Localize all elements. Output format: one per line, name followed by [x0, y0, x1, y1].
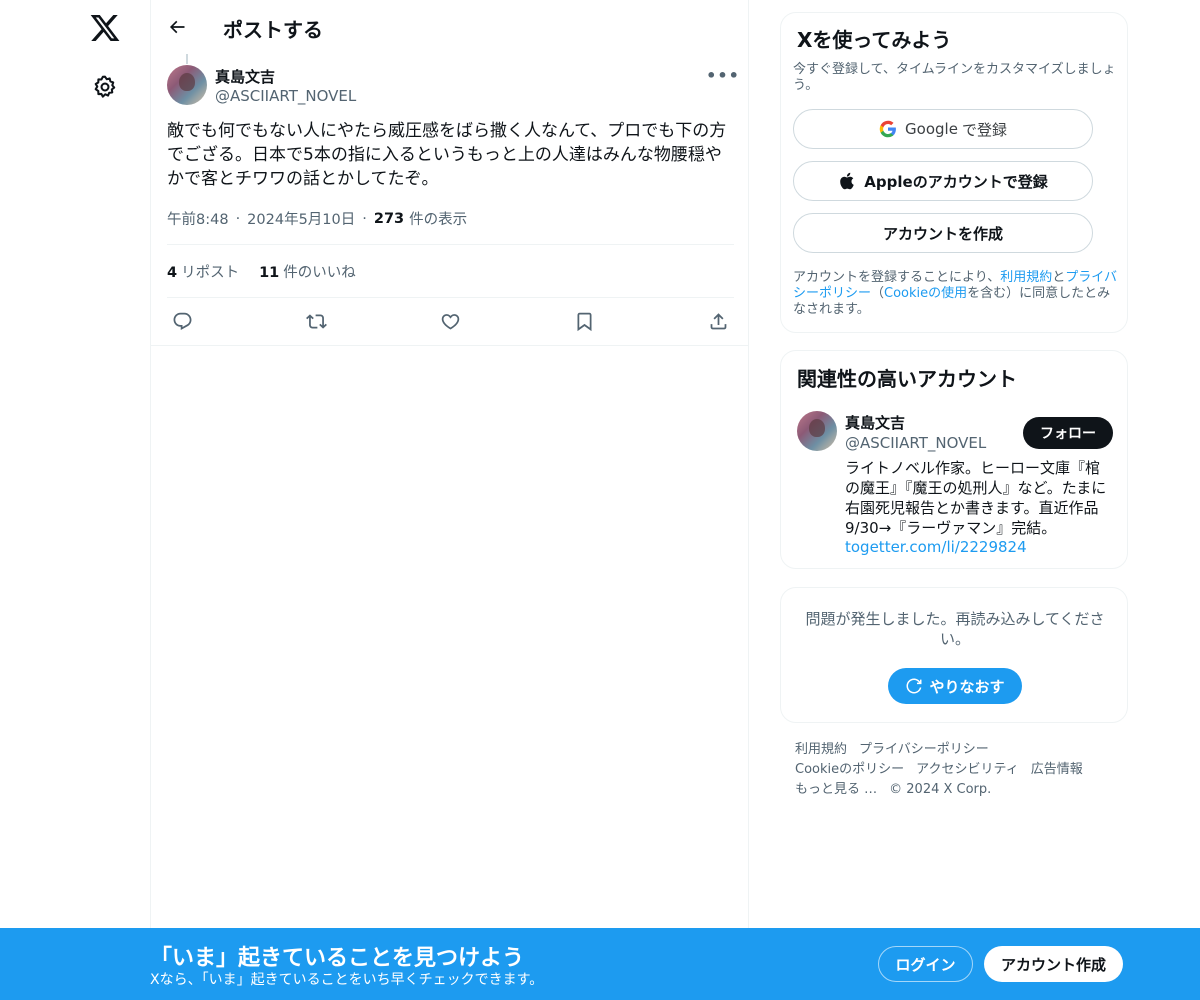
retry-label: やりなおす: [929, 678, 1005, 696]
views-count: 273: [373, 210, 405, 227]
divider: [167, 244, 734, 245]
heart-icon: [441, 313, 459, 330]
apple-signup-label: Appleのアカウントで登録: [864, 172, 1048, 191]
gear-icon[interactable]: [92, 74, 118, 100]
separator-dot: ·: [235, 210, 241, 227]
related-accounts-card: 関連性の高いアカウント 真島文吉 @ASCIIART_NOVEL フォロー ライ…: [780, 350, 1128, 569]
footer-accessibility-link[interactable]: アクセシビリティ: [916, 760, 1019, 780]
tweet-stats: 4 リポスト 11 件のいいね: [167, 261, 356, 282]
more-options-button[interactable]: •••: [706, 64, 740, 86]
footer-copyright: © 2024 X Corp.: [889, 782, 992, 797]
related-name[interactable]: 真島文吉: [845, 412, 905, 433]
avatar[interactable]: [797, 411, 837, 451]
back-button[interactable]: [163, 13, 191, 41]
bookmark-icon: [577, 312, 591, 331]
tweet-actions: [167, 306, 734, 336]
signup-button[interactable]: アカウント作成: [984, 946, 1123, 982]
more-icon: •••: [706, 65, 740, 85]
reposts-count: 4: [167, 265, 178, 281]
repost-button[interactable]: [301, 306, 331, 336]
repost-icon: [305, 313, 327, 329]
terms-link[interactable]: 利用規約: [1000, 270, 1052, 285]
bottom-signup-banner: 「いま」起きていることを見つけよう Xなら、「いま」起きていることをいち早くチェ…: [0, 928, 1200, 1000]
create-account-button[interactable]: アカウントを作成: [793, 213, 1093, 253]
create-account-label: アカウントを作成: [882, 224, 1003, 243]
footer-terms-link[interactable]: 利用規約: [795, 740, 847, 760]
error-card: 問題が発生しました。再読み込みしてください。 やりなおす: [780, 587, 1128, 723]
reply-button[interactable]: [167, 306, 197, 336]
x-logo-icon[interactable]: [89, 12, 121, 44]
views-label: 件の表示: [409, 212, 468, 228]
tweet-meta: 午前8:48 · 2024年5月10日 · 273 件の表示: [167, 208, 467, 229]
reposts-stat[interactable]: 4 リポスト: [167, 261, 239, 282]
legal-notice: アカウントを登録することにより、利用規約とプライバシーポリシー（Cookieの使…: [793, 270, 1121, 318]
google-signup-label: Google: [905, 120, 958, 138]
tweet-text: 敵でも何でもない人にやたら威圧感をばら撒く人なんて、プロでも下の方でござる。日本…: [167, 121, 727, 189]
related-bio: ライトノベル作家。ヒーロー文庫『棺の魔王』『魔王の処刑人』など。たまに右園死児報…: [845, 459, 1107, 537]
google-signup-suffix: で登録: [961, 120, 1007, 139]
page-title: ポストする: [223, 18, 323, 42]
arrow-left-icon: [169, 20, 185, 34]
footer-more-link[interactable]: もっと見る …: [795, 780, 877, 800]
google-icon: [879, 120, 896, 138]
avatar[interactable]: [167, 65, 207, 105]
footer-cookie-link[interactable]: Cookieのポリシー: [795, 760, 904, 780]
login-button[interactable]: ログイン: [878, 946, 973, 982]
banner-title: 「いま」起きていることを見つけよう: [150, 946, 525, 971]
tweet-date[interactable]: 2024年5月10日: [247, 208, 355, 229]
related-handle[interactable]: @ASCIIART_NOVEL: [845, 434, 986, 452]
google-signup-button[interactable]: Google で登録: [793, 109, 1093, 149]
follow-button[interactable]: フォロー: [1023, 417, 1113, 449]
like-button[interactable]: [435, 306, 465, 336]
left-nav: [0, 0, 150, 1000]
divider: [167, 297, 734, 298]
footer-ads-link[interactable]: 広告情報: [1031, 760, 1083, 780]
author-handle[interactable]: @ASCIIART_NOVEL: [215, 87, 356, 105]
likes-count: 11: [259, 265, 280, 281]
apple-signup-button[interactable]: Appleのアカウントで登録: [793, 161, 1093, 201]
related-link[interactable]: togetter.com/li/2229824: [845, 538, 1027, 556]
reposts-label: リポスト: [181, 265, 240, 281]
signup-title: Xを使ってみよう: [797, 28, 952, 52]
retry-button[interactable]: やりなおす: [888, 668, 1022, 704]
legal-text: （: [871, 286, 885, 301]
separator-dot: ·: [362, 210, 367, 227]
legal-text: と: [1052, 270, 1066, 285]
author-name[interactable]: 真島文吉: [215, 66, 275, 87]
page-header: ポストする: [151, 0, 749, 54]
apple-icon: [840, 172, 854, 190]
reply-icon: [173, 312, 191, 330]
share-icon: [710, 312, 726, 329]
share-button[interactable]: [703, 306, 733, 336]
footer-privacy-link[interactable]: プライバシーポリシー: [859, 740, 989, 760]
signup-subtitle: 今すぐ登録して、タイムラインをカスタマイズしましょう。: [793, 62, 1116, 93]
cookie-link[interactable]: Cookieの使用: [884, 286, 967, 301]
divider: [151, 345, 749, 346]
main-column: ポストする 真島文吉 @ASCIIART_NOVEL ••• 敵でも何でもない人…: [150, 0, 749, 1000]
footer-links: 利用規約 プライバシーポリシー Cookieのポリシー アクセシビリティ 広告情…: [795, 740, 1115, 800]
thread-connector: [186, 54, 188, 64]
tweet-time[interactable]: 午前8:48: [167, 208, 229, 229]
bookmark-button[interactable]: [569, 306, 599, 336]
error-message: 問題が発生しました。再読み込みしてください。: [805, 610, 1105, 648]
legal-text: アカウントを登録することにより、: [793, 270, 1001, 285]
signup-card: Xを使ってみよう 今すぐ登録して、タイムラインをカスタマイズしましょう。 Goo…: [780, 12, 1128, 333]
refresh-icon: [906, 678, 922, 694]
likes-label: 件のいいね: [283, 265, 356, 281]
related-title: 関連性の高いアカウント: [797, 367, 1017, 391]
banner-subtitle: Xなら、「いま」起きていることをいち早くチェックできます。: [150, 972, 544, 988]
likes-stat[interactable]: 11 件のいいね: [259, 261, 356, 282]
